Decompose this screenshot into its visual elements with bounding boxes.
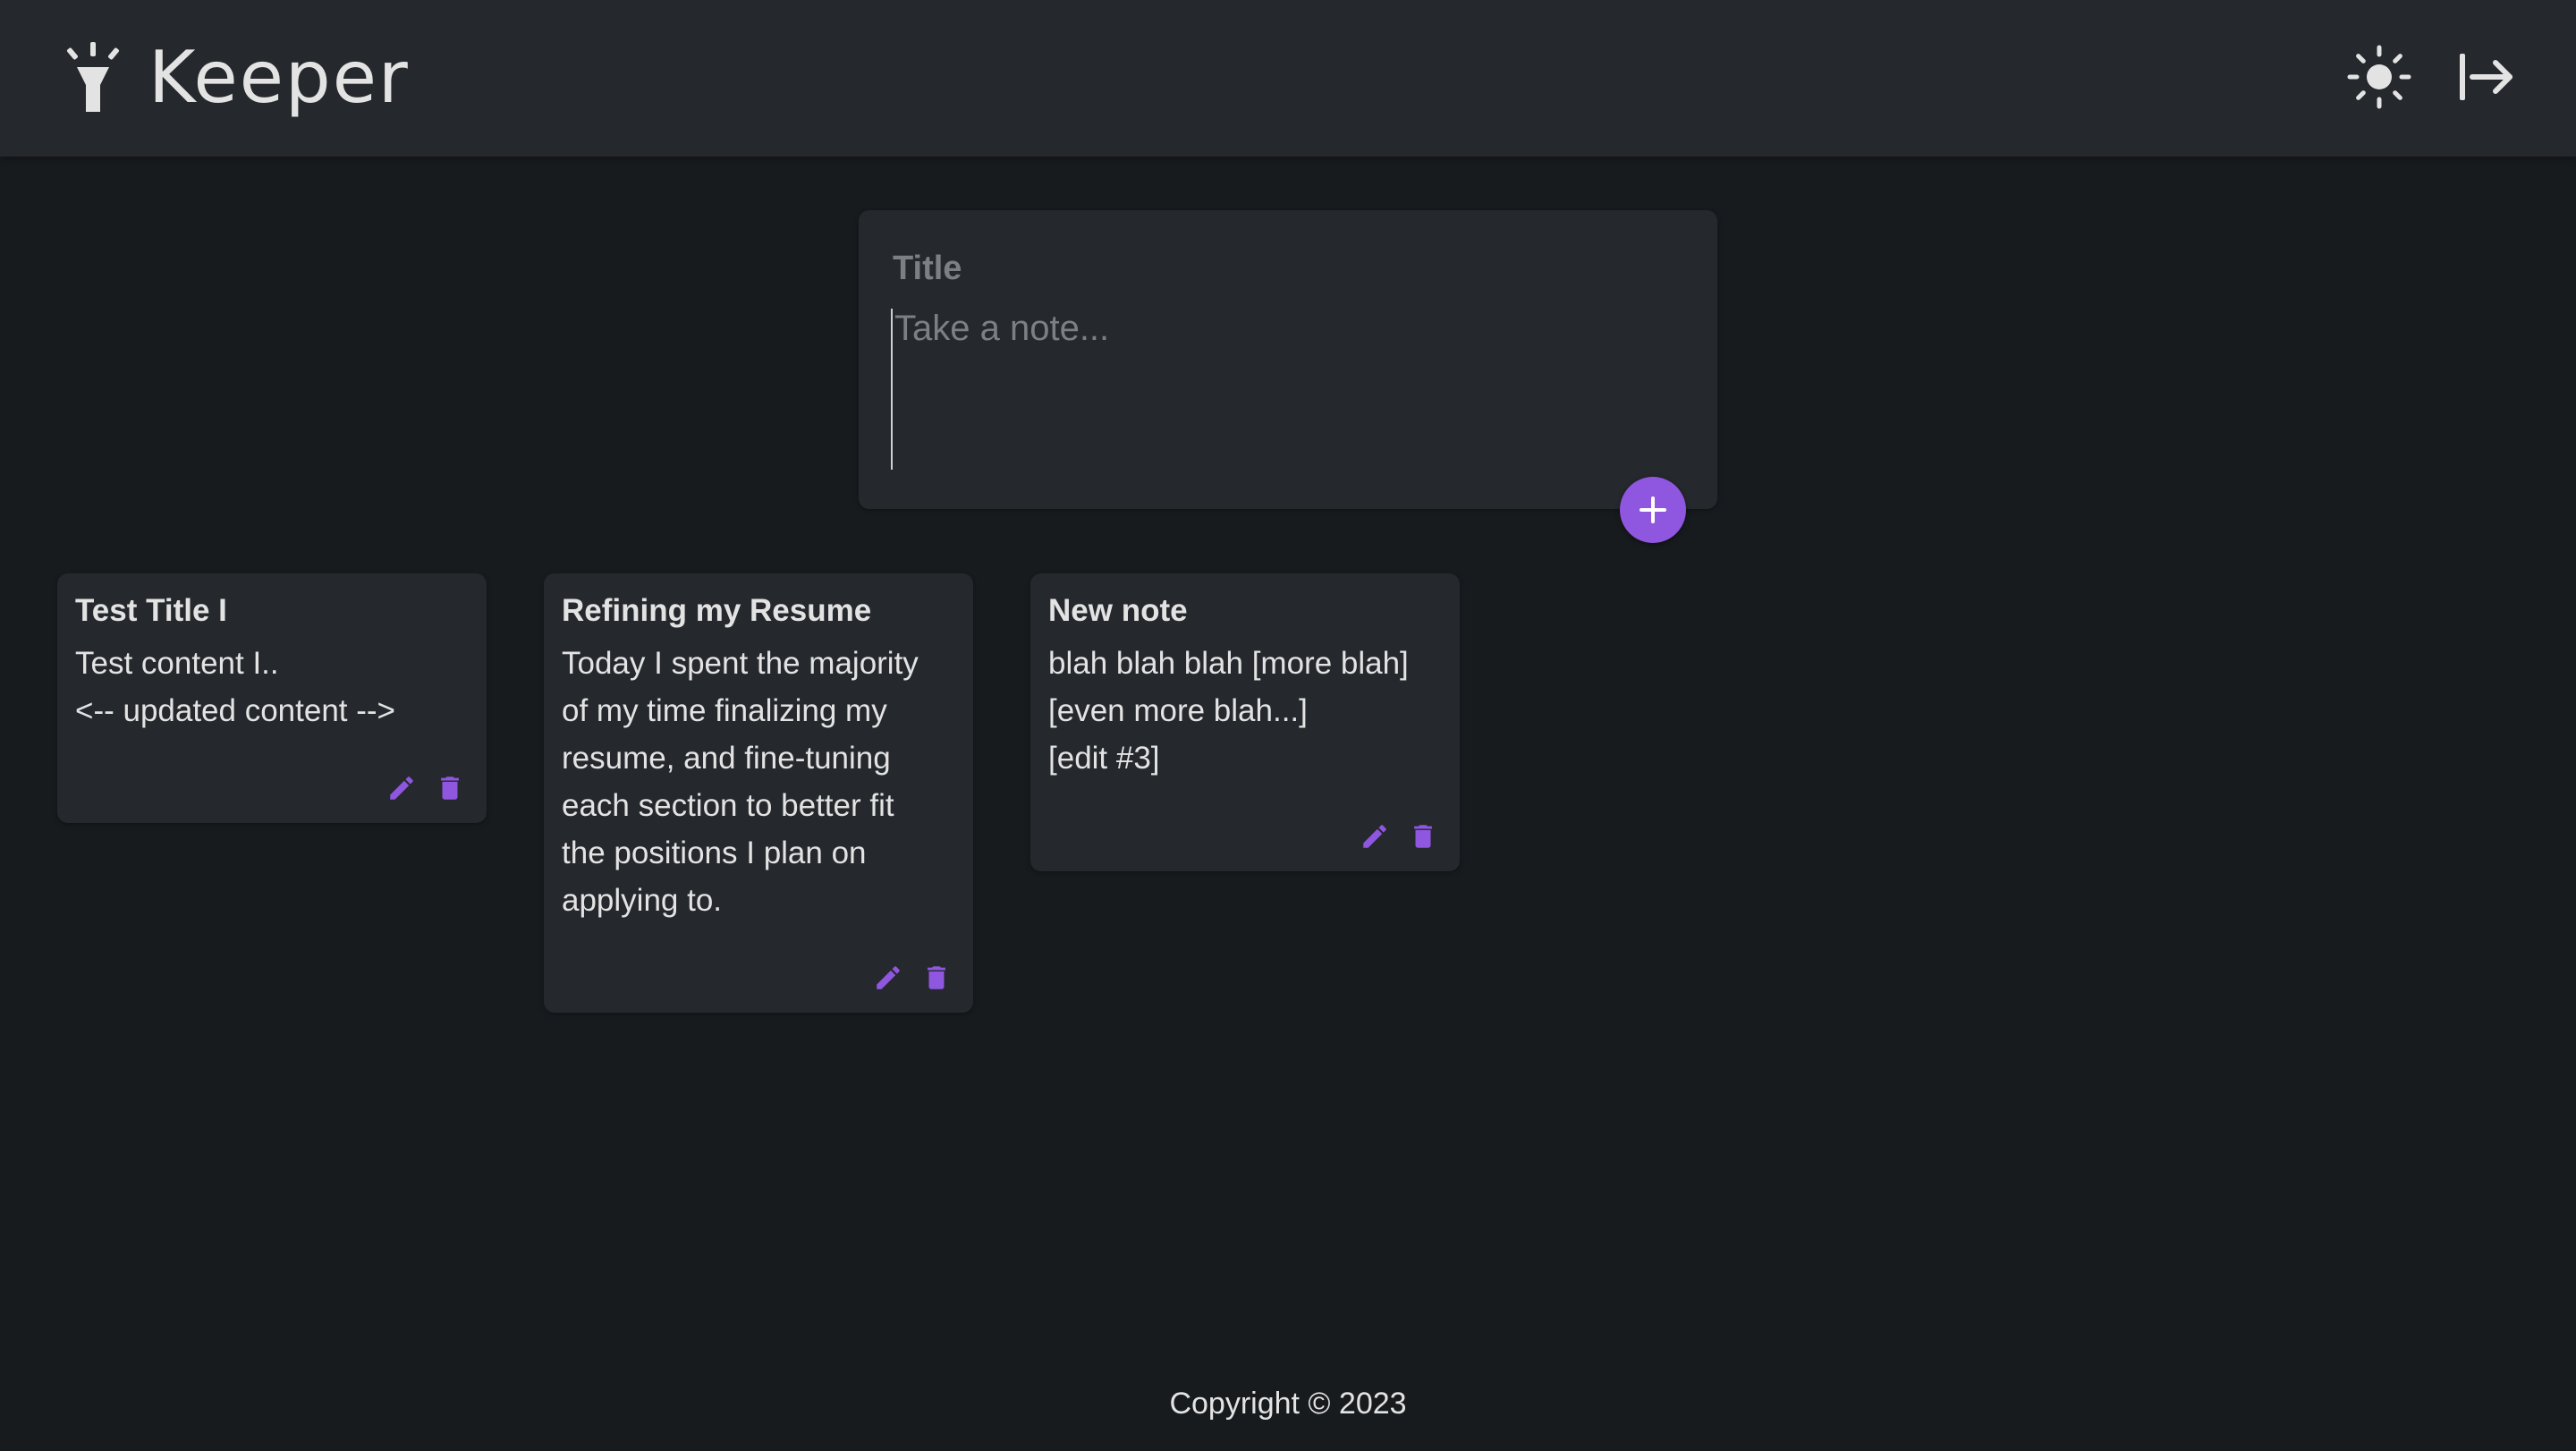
create-note-form <box>859 210 1717 509</box>
delete-note-button[interactable] <box>921 963 952 993</box>
app-header: Keeper <box>0 0 2576 157</box>
note-content-line: [even more blah...] <box>1048 693 1308 728</box>
pencil-icon <box>1363 825 1386 848</box>
trash-icon <box>1414 825 1432 848</box>
note-content-line: of my time finalizing my <box>562 693 887 728</box>
note-actions <box>386 773 465 803</box>
note-title: Test Title I <box>75 593 227 628</box>
note-card: New note blah blah blah [more blah] [eve… <box>1030 573 1460 871</box>
trash-icon <box>441 776 459 800</box>
edit-note-button[interactable] <box>386 773 417 803</box>
delete-note-button[interactable] <box>1408 821 1438 852</box>
edit-note-button[interactable] <box>873 963 903 993</box>
note-content-line: applying to. <box>562 883 723 918</box>
plus-icon <box>1640 496 1666 523</box>
delete-note-button[interactable] <box>435 773 465 803</box>
flashlight-icon <box>67 42 119 112</box>
brand: Keeper <box>64 32 410 122</box>
app-title: Keeper <box>148 35 410 119</box>
note-content-line: [edit #3] <box>1048 741 1160 776</box>
footer: Copyright © 2023 <box>0 1387 2576 1421</box>
theme-toggle-button[interactable] <box>2343 41 2415 113</box>
trash-icon <box>928 966 945 989</box>
note-card: Test Title I Test content I.. <-- update… <box>57 573 487 823</box>
note-content-line: Test content I.. <box>75 646 279 681</box>
sun-icon <box>2347 45 2411 109</box>
note-content-line: each section to better fit <box>562 788 894 823</box>
note-content-line: resume, and fine-tuning <box>562 741 891 776</box>
note-title: Refining my Resume <box>562 593 872 628</box>
note-actions <box>873 963 952 993</box>
edit-note-button[interactable] <box>1360 821 1390 852</box>
note-title-input[interactable] <box>893 246 1680 291</box>
note-content-line: the positions I plan on <box>562 836 867 870</box>
add-note-button[interactable] <box>1620 477 1686 543</box>
pencil-icon <box>877 966 900 989</box>
note-actions <box>1360 821 1438 852</box>
logout-arrow-icon <box>2460 54 2512 100</box>
note-content-line: blah blah blah [more blah] <box>1048 646 1409 681</box>
note-content-line: <-- updated content --> <box>75 693 395 728</box>
note-title: New note <box>1048 593 1188 628</box>
copyright-text: Copyright © 2023 <box>1169 1387 1407 1421</box>
note-card: Refining my Resume Today I spent the maj… <box>544 573 973 1013</box>
pencil-icon <box>390 776 413 800</box>
logout-button[interactable] <box>2451 41 2522 113</box>
note-content-input[interactable] <box>891 309 1678 470</box>
note-content-line: Today I spent the majority <box>562 646 919 681</box>
